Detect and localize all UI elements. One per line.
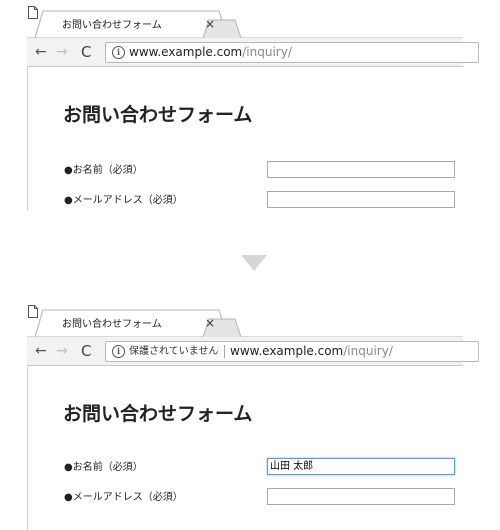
name-label: ●お名前（必須） [64, 165, 143, 176]
tab-strip: お問い合わせフォーム × [27, 6, 463, 39]
url-text: www.example.com/inquiry/ [129, 45, 292, 60]
email-label: ●メールアドレス（必須） [64, 195, 183, 206]
url-text: www.example.com/inquiry/ [230, 344, 393, 359]
down-arrow-icon [241, 255, 267, 271]
back-arrow-icon[interactable]: ← [35, 44, 47, 60]
browser-window-after: お問い合わせフォーム × ← → C i 保護されていません www.examp… [27, 305, 479, 530]
name-input[interactable] [267, 161, 455, 178]
page-content: お問い合わせフォーム ●お名前（必須） 山田 太郎 ●メールアドレス（必須） [27, 366, 463, 530]
toolbar: ← → C i www.example.com/inquiry/ [27, 38, 479, 67]
email-input[interactable] [267, 488, 455, 505]
info-icon[interactable]: i [112, 345, 125, 358]
tab-strip: お問い合わせフォーム × [27, 305, 463, 338]
forward-arrow-icon[interactable]: → [56, 343, 68, 359]
page-title: お問い合わせフォーム [63, 403, 253, 425]
url-host: www.example.com [129, 45, 243, 59]
url-path: /inquiry/ [242, 45, 292, 59]
back-arrow-icon[interactable]: ← [35, 343, 47, 359]
tab-title[interactable]: お問い合わせフォーム [62, 318, 162, 331]
security-label[interactable]: 保護されていません [129, 345, 218, 358]
tab-close-icon[interactable]: × [205, 316, 215, 330]
name-field-row: ●お名前（必須） [28, 161, 464, 181]
url-host: www.example.com [230, 344, 344, 358]
reload-icon[interactable]: C [81, 343, 91, 359]
reload-icon[interactable]: C [81, 44, 91, 60]
page-title: お問い合わせフォーム [63, 104, 253, 126]
page-icon [28, 305, 38, 318]
email-field-row: ●メールアドレス（必須） [28, 191, 464, 211]
tab-close-icon[interactable]: × [205, 17, 215, 31]
email-input[interactable] [267, 191, 455, 208]
toolbar: ← → C i 保護されていません www.example.com/inquir… [27, 337, 479, 366]
email-field-row: ●メールアドレス（必須） [28, 488, 464, 508]
email-label: ●メールアドレス（必須） [64, 492, 183, 503]
name-input[interactable]: 山田 太郎 [267, 458, 455, 475]
security-divider [224, 345, 225, 358]
name-label: ●お名前（必須） [64, 462, 143, 473]
forward-arrow-icon[interactable]: → [56, 44, 68, 60]
address-bar[interactable]: i www.example.com/inquiry/ [105, 42, 479, 63]
url-path: /inquiry/ [343, 344, 393, 358]
tab-title[interactable]: お問い合わせフォーム [62, 19, 162, 32]
page-icon [28, 6, 38, 19]
address-bar[interactable]: i 保護されていません www.example.com/inquiry/ [105, 341, 479, 362]
info-icon[interactable]: i [112, 46, 125, 59]
page-content: お問い合わせフォーム ●お名前（必須） ●メールアドレス（必須） [27, 67, 463, 211]
name-field-row: ●お名前（必須） 山田 太郎 [28, 458, 464, 478]
browser-window-before: お問い合わせフォーム × ← → C i www.example.com/inq… [27, 6, 479, 211]
